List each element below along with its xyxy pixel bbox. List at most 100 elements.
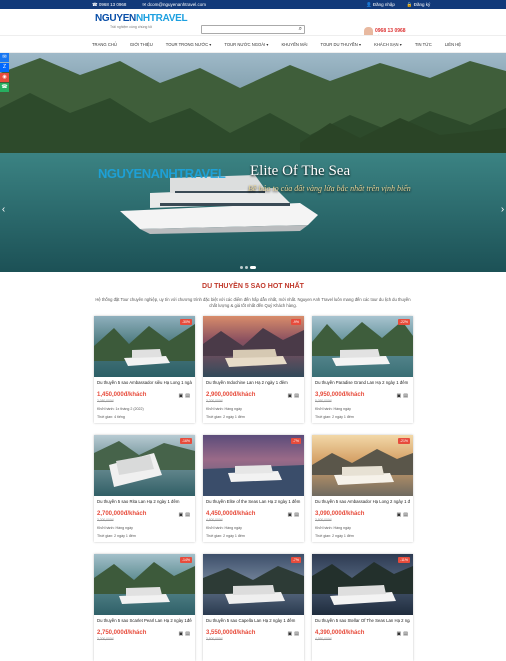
cruise-price: 3,550,000đ/khách xyxy=(206,630,256,636)
cruise-card[interactable]: -21% Du thuyền 5 sao Ambassador Hạ Long … xyxy=(312,435,413,542)
nav-domestic-tours[interactable]: TOUR TRONG NƯỚC ▾ xyxy=(166,42,212,47)
duration-info: Thời gian: 2 ngày 1 đêm xyxy=(206,534,245,538)
cruise-old-price: 4,950,000đ xyxy=(315,637,332,641)
duration-info: Thời gian: 2 ngày 1 đêm xyxy=(206,415,245,419)
departure-info: Khởi hành: Hàng ngày xyxy=(206,407,242,411)
cruise-old-price: 4,800,000đ xyxy=(206,518,223,522)
cruise-old-price: 3,200,000đ xyxy=(97,518,114,522)
cruise-price: 3,950,000đ/khách xyxy=(315,392,365,398)
cruise-price: 3,090,000đ/khách xyxy=(315,511,365,517)
site-logo[interactable]: NGUYENNHTRAVEL Trải nghiệm cùng chúng tô… xyxy=(95,13,188,33)
amenity-icons: ▣▤ xyxy=(287,631,301,637)
cruise-photo: -9% xyxy=(203,316,304,377)
slider-dot-active[interactable] xyxy=(250,266,256,269)
search-box: ⌕ xyxy=(201,25,305,41)
cruise-name[interactable]: Du thuyền 5 sao Stellar Of The Seas Lan … xyxy=(315,618,410,623)
discount-badge: -11% xyxy=(398,557,410,563)
cruise-name[interactable]: Du thuyền 5 sao Capella Lan Hạ 2 ngày 1 … xyxy=(206,618,301,623)
login-link[interactable]: 👤 Đăng nhập xyxy=(366,2,401,8)
floating-contact-bar: ✉ Z ◉ ☎ xyxy=(0,53,9,93)
section-description: Hệ thống đặt Tour chuyên nghiệp, uy tín … xyxy=(95,297,411,308)
cruise-old-price: 3,200,000đ xyxy=(206,399,223,403)
register-link[interactable]: 🔒 Đăng ký xyxy=(407,2,436,8)
nav-promotions[interactable]: KHUYẾN MÃI xyxy=(281,42,307,47)
cruise-name[interactable]: Du thuyền Indochine Lan Hạ 2 ngày 1 đêm xyxy=(206,380,301,385)
cruise-price: 4,450,000đ/khách xyxy=(206,511,256,517)
cruise-price: 2,700,000đ/khách xyxy=(97,511,147,517)
slider-dot[interactable] xyxy=(240,266,243,269)
cruise-price: 4,390,000đ/khách xyxy=(315,630,365,636)
amenity-icons: ▣▤ xyxy=(396,393,410,399)
cruise-photo: -30% xyxy=(94,316,195,377)
nav-cruise-tours[interactable]: TOUR DU THUYỀN ▾ xyxy=(321,42,362,47)
nav-about[interactable]: GIỚI THIỆU xyxy=(130,42,153,47)
section-title: DU THUYỀN 5 SAO HOT NHẤT xyxy=(202,283,304,290)
slider-dot[interactable] xyxy=(245,266,248,269)
discount-badge: -30% xyxy=(179,319,192,325)
cruise-card[interactable]: -14% Du thuyền 5 sao Scarlet Pearl Lan H… xyxy=(94,554,195,661)
cruise-photo: -7% xyxy=(203,554,304,615)
hero-banner: NGUYENANHTRAVEL Elite Of The Sea Bề bảo … xyxy=(0,53,506,272)
cruise-name[interactable]: Du thuyền Elite of the Seas Lan Hạ 2 ngà… xyxy=(206,499,301,504)
amenity-icons: ▣▤ xyxy=(178,393,192,399)
email-text[interactable]: ✉ dcom@nguyenanhtravel.com xyxy=(142,2,214,8)
cruise-price: 2,750,000đ/khách xyxy=(97,630,147,636)
cruise-price: 1,450,000đ/khách xyxy=(97,392,147,398)
hero-subtitle: Bề bảo to của đất vàng lửa bắc nhất trên… xyxy=(248,184,411,193)
cruise-name[interactable]: Du thuyền 5 sao Ambassador siêu Hạ Long … xyxy=(97,380,192,385)
header: NGUYENNHTRAVEL Trải nghiệm cùng chúng tô… xyxy=(0,9,506,41)
zalo-icon[interactable]: Z xyxy=(0,63,9,72)
phone-text[interactable]: ☎ 0968 13 0968 xyxy=(92,2,134,8)
cruise-name[interactable]: Du thuyền 5 sao Ambassador Hạ Long 2 ngà… xyxy=(315,499,410,504)
messenger-icon[interactable]: ✉ xyxy=(0,53,9,62)
departure-info: Khởi hành: Hàng ngày xyxy=(97,526,133,530)
departure-info: Khởi hành: 1x tháng 2 (2022) xyxy=(97,407,144,411)
cruise-old-price: 2,080,000đ xyxy=(97,399,114,403)
cruise-card[interactable]: -11% Du thuyền 5 sao Stellar Of The Seas… xyxy=(312,554,413,661)
discount-badge: -14% xyxy=(179,557,192,563)
next-slide-arrow[interactable]: › xyxy=(499,203,506,217)
main-nav: TRANG CHỦ GIỚI THIỆU TOUR TRONG NƯỚC ▾ T… xyxy=(0,35,506,53)
discount-badge: -7% xyxy=(290,557,301,563)
cruise-photo: -21% xyxy=(312,435,413,496)
cruise-card[interactable]: -7% Du thuyền 5 sao Capella Lan Hạ 2 ngà… xyxy=(203,554,304,661)
cruise-card[interactable]: -9% Du thuyền Indochine Lan Hạ 2 ngày 1 … xyxy=(203,316,304,423)
nav-contact[interactable]: LIÊN HỆ xyxy=(445,42,461,47)
cruise-card[interactable]: -16% Du thuyền 5 sao Rita Lan Hạ 2 ngày … xyxy=(94,435,195,542)
cruise-card[interactable]: -30% Du thuyền 5 sao Ambassador siêu Hạ … xyxy=(94,316,195,423)
hotline-number[interactable]: 0968 13 0968 xyxy=(375,28,406,34)
cruise-photo: -14% xyxy=(94,554,195,615)
cruise-old-price: 5,050,000đ xyxy=(315,399,332,403)
cruise-price: 2,900,000đ/khách xyxy=(206,392,256,398)
nav-news[interactable]: TIN TỨC xyxy=(415,42,432,47)
prev-slide-arrow[interactable]: ‹ xyxy=(0,203,7,217)
hero-watermark-logo: NGUYENANHTRAVEL xyxy=(98,166,226,181)
cruise-card[interactable]: -22% Du thuyền Paradise Grand Lan Hạ 2 n… xyxy=(312,316,413,423)
nav-hotels[interactable]: KHÁCH SẠN ▾ xyxy=(374,42,402,47)
cruise-name[interactable]: Du thuyền Paradise Grand Lan Hạ 2 ngày 1… xyxy=(315,380,410,385)
amenity-icons: ▣▤ xyxy=(178,512,192,518)
search-icon[interactable]: ⌕ xyxy=(299,26,302,33)
cruise-old-price: 3,800,000đ xyxy=(206,637,223,641)
discount-badge: -21% xyxy=(397,438,410,444)
discount-badge: -7% xyxy=(290,438,301,444)
cruise-name[interactable]: Du thuyền 5 sao Scarlet Pearl Lan Hạ 2 n… xyxy=(97,618,192,623)
cruise-photo: -22% xyxy=(312,316,413,377)
cruise-old-price: 3,200,000đ xyxy=(97,637,114,641)
phone-call-icon[interactable]: ☎ xyxy=(0,83,9,92)
cruise-photo: -7% xyxy=(203,435,304,496)
departure-info: Khởi hành: Hàng ngày xyxy=(315,407,351,411)
cruise-name[interactable]: Du thuyền 5 sao Rita Lan Hạ 2 ngày 1 đêm xyxy=(97,499,192,504)
amenity-icons: ▣▤ xyxy=(178,631,192,637)
duration-info: Thời gian: 2 ngày 1 đêm xyxy=(315,415,354,419)
cruise-photo: -11% xyxy=(312,554,413,615)
departure-info: Khởi hành: Hàng ngày xyxy=(206,526,242,530)
map-icon[interactable]: ◉ xyxy=(0,73,9,82)
discount-badge: -16% xyxy=(179,438,192,444)
nav-foreign-tours[interactable]: TOUR NƯỚC NGOÀI ▾ xyxy=(224,42,268,47)
nav-home[interactable]: TRANG CHỦ xyxy=(92,42,117,47)
duration-info: Thời gian: 4 tiếng xyxy=(97,415,125,419)
amenity-icons: ▣▤ xyxy=(396,512,410,518)
cruise-card[interactable]: -7% Du thuyền Elite of the Seas Lan Hạ 2… xyxy=(203,435,304,542)
account-links: 👤 Đăng nhập 🔒 Đăng ký xyxy=(366,1,442,9)
